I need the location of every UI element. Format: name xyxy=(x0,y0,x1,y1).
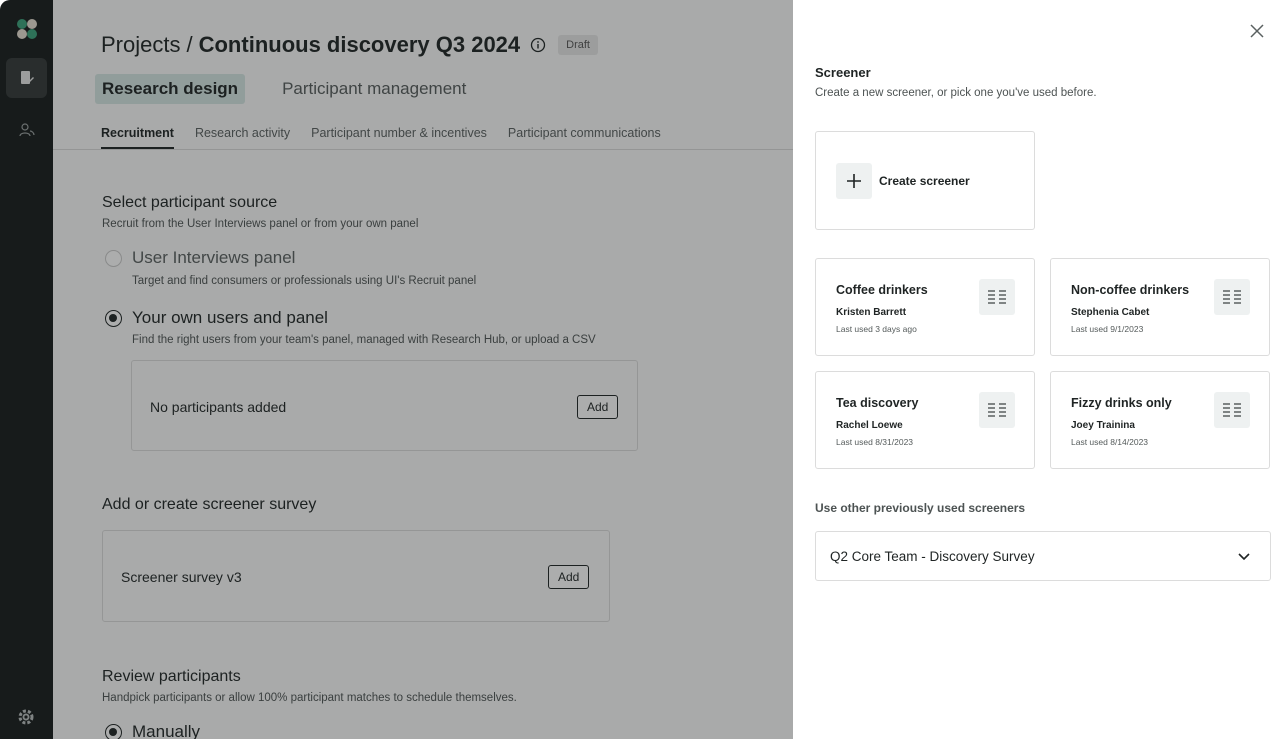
users-icon xyxy=(18,123,35,137)
document-edit-icon xyxy=(20,71,34,84)
radio-own-users-panel[interactable] xyxy=(105,309,122,327)
plus-icon xyxy=(836,163,872,199)
tab-recruitment[interactable]: Recruitment xyxy=(101,126,174,149)
screener-last-used: Last used 8/31/2023 xyxy=(836,437,914,447)
screener-last-used: Last used 9/1/2023 xyxy=(1071,324,1144,334)
option-description: Find the right users from your team's pa… xyxy=(132,334,596,346)
participant-source-subtitle: Recruit from the User Interviews panel o… xyxy=(102,218,419,230)
option-label: Manually xyxy=(132,722,201,739)
no-participants-text: No participants added xyxy=(150,399,287,415)
option-description: Target and find consumers or professiona… xyxy=(132,275,477,287)
list-icon xyxy=(979,279,1015,315)
logo-icon[interactable] xyxy=(16,18,38,40)
previous-screeners-select[interactable]: Q2 Core Team - Discovery Survey xyxy=(815,531,1271,581)
review-participants-title: Review participants xyxy=(102,668,241,685)
screener-owner: Rachel Loewe xyxy=(836,420,903,431)
drawer-subtitle: Create a new screener, or pick one you'v… xyxy=(815,87,1097,99)
screener-last-used: Last used 8/14/2023 xyxy=(1071,437,1149,447)
breadcrumb-separator: / xyxy=(186,32,193,57)
nav-participants[interactable] xyxy=(6,110,47,150)
close-icon[interactable] xyxy=(1248,22,1266,40)
screener-name: Tea discovery xyxy=(836,396,919,410)
option-own-users-panel[interactable]: Your own users and panel xyxy=(105,308,328,328)
nav-rail xyxy=(0,0,53,739)
create-screener-label: Create screener xyxy=(879,174,970,188)
option-user-interviews-panel[interactable]: User Interviews panel xyxy=(105,248,295,268)
participants-box: No participants added Add xyxy=(131,360,638,451)
tab-participant-management[interactable]: Participant management xyxy=(275,74,473,104)
drawer-title: Screener xyxy=(815,65,871,80)
screener-owner: Kristen Barrett xyxy=(836,307,907,318)
screener-owner: Stephenia Cabet xyxy=(1071,307,1150,318)
chevron-down-icon xyxy=(1238,553,1250,561)
screener-survey-item: Screener survey v3 xyxy=(121,569,242,585)
gear-icon[interactable] xyxy=(16,707,36,727)
radio-user-interviews-panel[interactable] xyxy=(105,249,122,267)
tabs-divider xyxy=(53,149,793,150)
tab-research-design[interactable]: Research design xyxy=(95,74,246,104)
option-label: User Interviews panel xyxy=(132,248,296,267)
secondary-tabs: Recruitment Research activity Participan… xyxy=(101,126,661,149)
screener-card[interactable]: Non-coffee drinkers Stephenia Cabet Last… xyxy=(1050,258,1270,356)
page-title: Projects / Continuous discovery Q3 2024 … xyxy=(101,32,598,58)
option-label: Your own users and panel xyxy=(132,308,328,327)
list-icon xyxy=(1214,392,1250,428)
screener-card[interactable]: Fizzy drinks only Joey Trainina Last use… xyxy=(1050,371,1270,469)
add-participants-button[interactable]: Add xyxy=(577,395,619,419)
other-screeners-label: Use other previously used screeners xyxy=(815,501,1026,515)
status-badge: Draft xyxy=(558,35,598,55)
radio-manually[interactable] xyxy=(105,723,122,739)
main-content: Projects / Continuous discovery Q3 2024 … xyxy=(53,0,793,739)
list-icon xyxy=(979,392,1015,428)
screener-name: Non-coffee drinkers xyxy=(1071,283,1190,297)
option-manually[interactable]: Manually xyxy=(105,722,200,739)
info-icon[interactable] xyxy=(530,37,546,53)
screener-name: Coffee drinkers xyxy=(836,283,928,297)
screener-drawer: Screener Create a new screener, or pick … xyxy=(793,0,1284,739)
screener-last-used: Last used 3 days ago xyxy=(836,324,917,334)
primary-tabs: Research design Participant management xyxy=(95,74,473,104)
nav-research-design[interactable] xyxy=(6,58,47,98)
screener-owner: Joey Trainina xyxy=(1071,420,1135,431)
add-screener-button[interactable]: Add xyxy=(548,565,590,589)
tab-research-activity[interactable]: Research activity xyxy=(195,126,290,149)
screener-survey-box: Screener survey v3 Add xyxy=(102,530,610,622)
select-value: Q2 Core Team - Discovery Survey xyxy=(830,549,1035,564)
screener-survey-title: Add or create screener survey xyxy=(102,496,317,513)
review-participants-subtitle: Handpick participants or allow 100% part… xyxy=(102,692,517,704)
create-screener-card[interactable]: Create screener xyxy=(815,131,1035,230)
participant-source-title: Select participant source xyxy=(102,194,278,211)
project-name: Continuous discovery Q3 2024 xyxy=(198,32,521,57)
screener-card[interactable]: Coffee drinkers Kristen Barrett Last use… xyxy=(815,258,1035,356)
list-icon xyxy=(1214,279,1250,315)
tab-participant-communications[interactable]: Participant communications xyxy=(508,126,661,149)
tab-participant-number-incentives[interactable]: Participant number & incentives xyxy=(311,126,487,149)
breadcrumb-projects[interactable]: Projects xyxy=(101,32,180,58)
screener-name: Fizzy drinks only xyxy=(1071,396,1172,410)
screener-card[interactable]: Tea discovery Rachel Loewe Last used 8/3… xyxy=(815,371,1035,469)
